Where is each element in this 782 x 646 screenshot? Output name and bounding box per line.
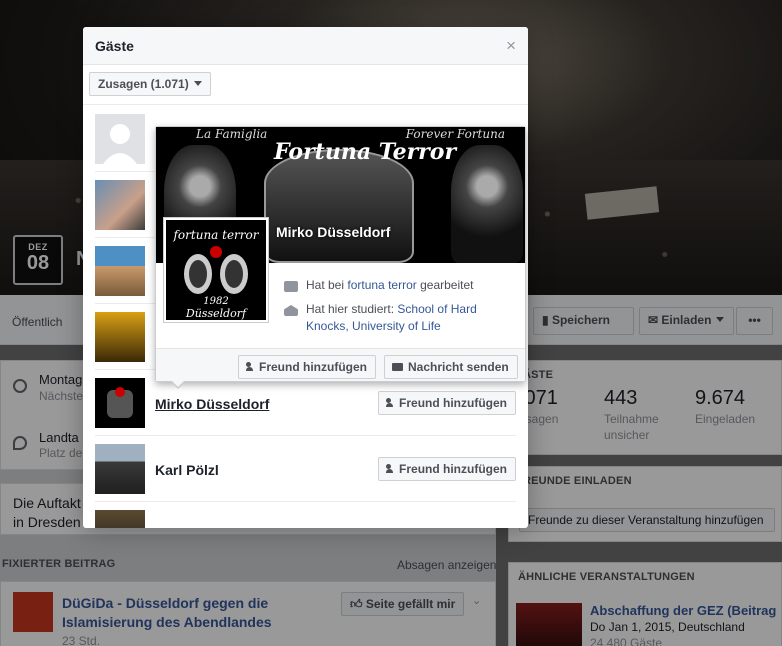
- message-icon: [392, 363, 403, 371]
- hovercard-pointer-inner: [171, 380, 185, 387]
- hovercard-footer: Freund hinzufügen Nachricht senden: [156, 348, 525, 381]
- cover-crest: [264, 149, 414, 263]
- profile-logo-year: 1982: [203, 296, 229, 307]
- avatar[interactable]: [95, 312, 145, 362]
- cover-text-left: La Famiglia: [196, 127, 268, 141]
- default-avatar-icon: [103, 124, 137, 164]
- briefcase-icon: [284, 281, 298, 292]
- guest-name[interactable]: Mirko Düsseldorf: [155, 396, 269, 412]
- profile-logo-graphic: fortuna terror 1982 Düsseldorf: [166, 220, 266, 320]
- profile-logo-lions: [184, 246, 248, 294]
- work-link[interactable]: fortuna terror: [347, 278, 416, 292]
- add-friend-label: Freund hinzufügen: [399, 396, 507, 410]
- add-friend-label: Freund hinzufügen: [399, 462, 507, 476]
- work-suffix: gearbeitet: [420, 278, 474, 292]
- dialog-header: Gäste ×: [83, 27, 528, 65]
- dialog-toolbar: Zusagen (1.071): [83, 65, 528, 105]
- send-message-button[interactable]: Nachricht senden: [384, 355, 518, 379]
- close-icon[interactable]: ×: [506, 36, 516, 56]
- education-prefix: Hat hier studiert:: [306, 302, 395, 316]
- add-friend-button[interactable]: Freund hinzufügen: [378, 391, 516, 415]
- avatar[interactable]: [95, 180, 145, 230]
- cover-text-center: Fortuna Terror: [274, 139, 457, 165]
- profile-logo: fortuna terror 1982 Düsseldorf: [166, 220, 266, 320]
- list-item: [95, 502, 516, 528]
- hovercard-name[interactable]: Mirko Düsseldorf: [276, 224, 390, 240]
- guest-name[interactable]: Karl Pölzl: [155, 462, 219, 478]
- hovercard-education: Hat hier studiert: School of Hard Knocks…: [306, 301, 496, 335]
- guest-filter-label: Zusagen (1.071): [98, 77, 189, 91]
- profile-logo-top: fortuna terror: [173, 228, 259, 242]
- chevron-down-icon: [193, 81, 202, 86]
- add-friend-button[interactable]: Freund hinzufügen: [378, 457, 516, 481]
- graduation-cap-icon: [284, 305, 298, 316]
- fortuna-logo-icon: [107, 387, 133, 418]
- list-item: Karl Pölzl Freund hinzufügen: [95, 436, 516, 502]
- add-friend-icon: [386, 398, 395, 408]
- work-prefix: Hat bei: [306, 278, 345, 292]
- avatar[interactable]: [95, 444, 145, 494]
- add-friend-label: Freund hinzufügen: [259, 360, 367, 374]
- avatar[interactable]: [95, 510, 145, 528]
- guest-filter-dropdown[interactable]: Zusagen (1.071): [89, 72, 211, 96]
- dialog-title: Gäste: [95, 38, 134, 54]
- send-message-label: Nachricht senden: [408, 360, 509, 374]
- avatar[interactable]: [95, 246, 145, 296]
- profile-logo-bottom: Düsseldorf: [185, 307, 247, 320]
- hovercard-profile-picture[interactable]: fortuna terror 1982 Düsseldorf: [163, 217, 269, 323]
- profile-hovercard: La Famiglia Fortuna Terror Forever Fortu…: [155, 126, 526, 389]
- avatar[interactable]: [95, 114, 145, 164]
- cover-text-right: Forever Fortuna: [405, 127, 505, 141]
- cover-lion-right: [451, 145, 523, 263]
- add-friend-icon: [246, 362, 255, 372]
- hovercard-work: Hat bei fortuna terror gearbeitet: [306, 277, 473, 294]
- add-friend-button[interactable]: Freund hinzufügen: [238, 355, 376, 379]
- avatar[interactable]: [95, 378, 145, 428]
- add-friend-icon: [386, 464, 395, 474]
